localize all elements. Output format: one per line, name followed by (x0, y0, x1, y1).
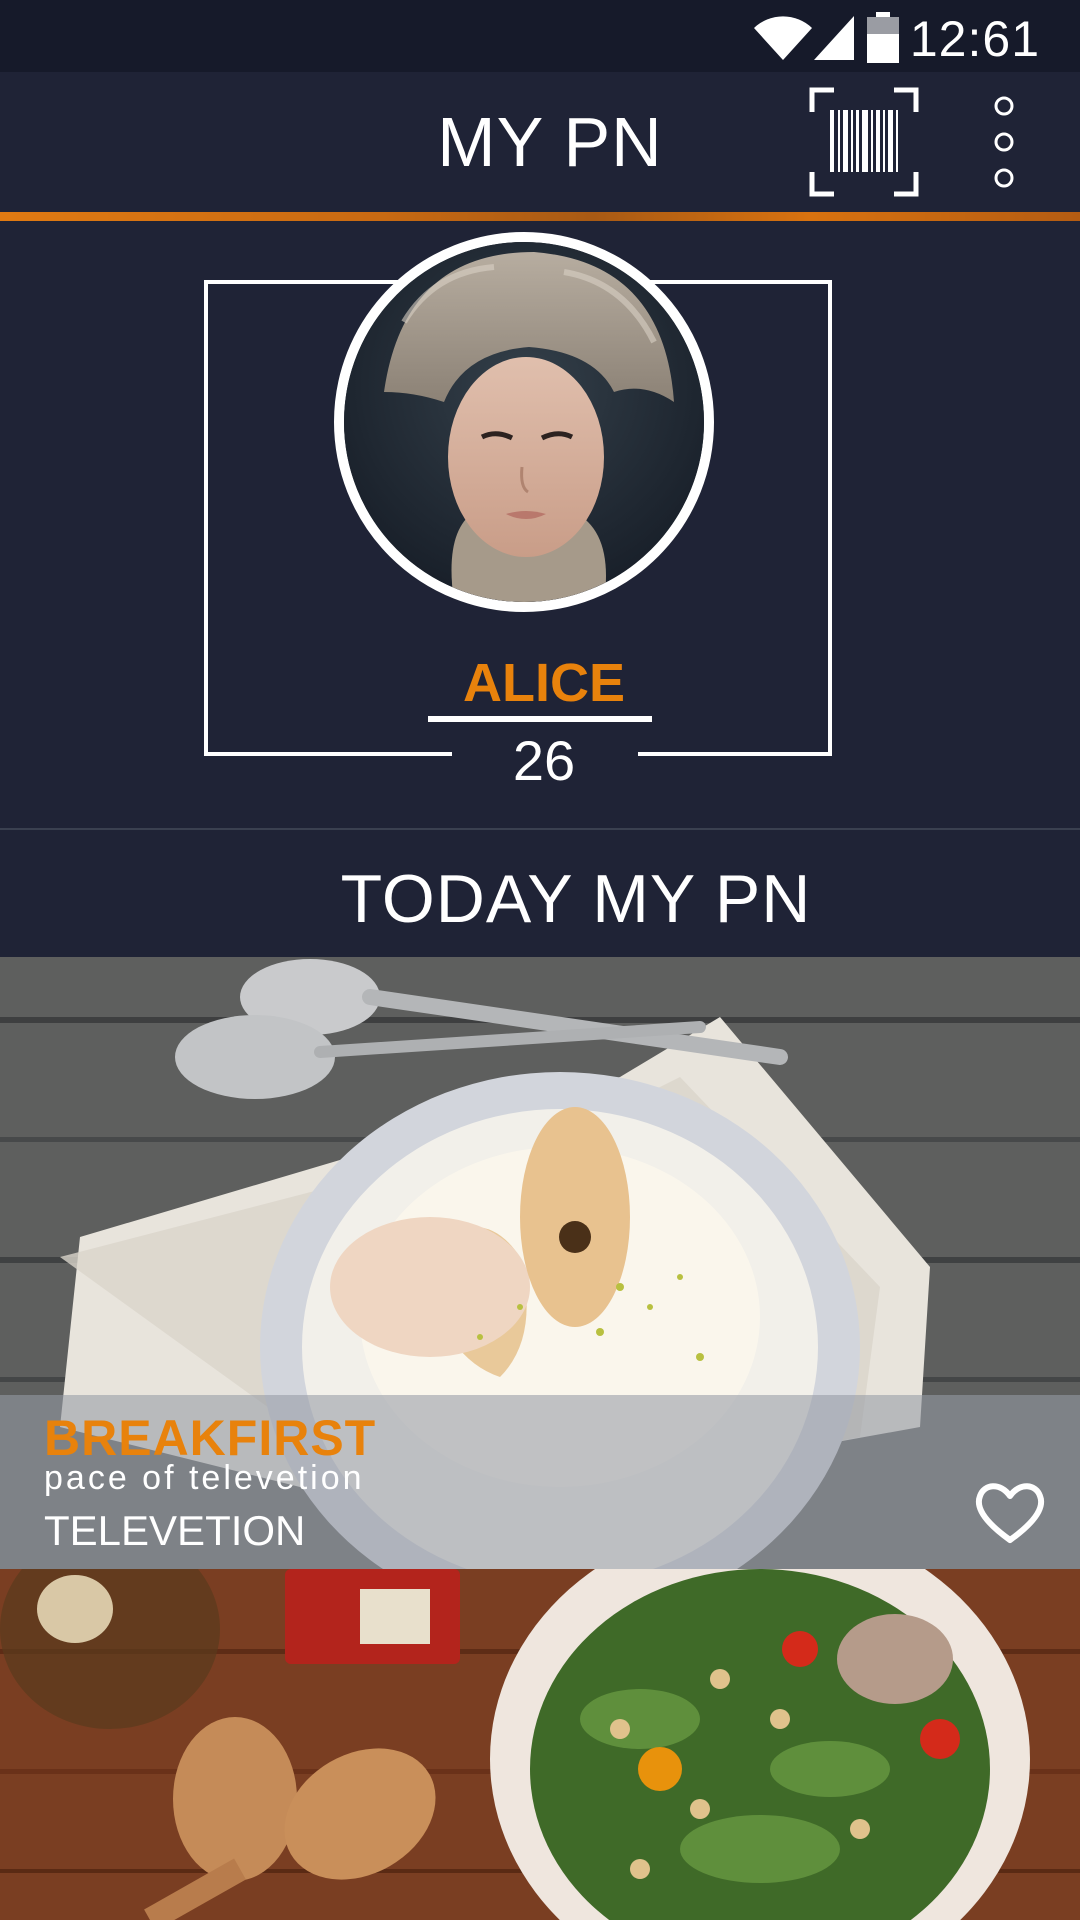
card-image (0, 1569, 1080, 1920)
app-bar: MY PN (0, 72, 1080, 210)
feed-card[interactable]: BREAKFIRST pace of televetion TELEVETION (0, 957, 1080, 1569)
battery-icon (867, 12, 899, 63)
signal-icon (814, 16, 854, 60)
card-subtitle: pace of televetion (44, 1459, 365, 1497)
name-underline (428, 716, 652, 722)
accent-bar (0, 212, 1080, 221)
section-title: TODAY MY PN (340, 861, 812, 937)
avatar[interactable] (334, 232, 714, 612)
status-bar: 12:61 (0, 0, 1080, 72)
profile-name: ALICE (463, 653, 625, 713)
status-time: 12:61 (909, 11, 1040, 67)
heart-icon[interactable] (972, 1478, 1048, 1546)
barcode-scan-icon[interactable] (808, 86, 920, 198)
profile-age: 26 (512, 729, 576, 792)
card-category: TELEVETION (44, 1507, 306, 1554)
wifi-icon (754, 16, 812, 60)
feed-card[interactable] (0, 1569, 1080, 1920)
more-vert-icon[interactable] (986, 92, 1022, 192)
section-divider (0, 828, 1080, 830)
